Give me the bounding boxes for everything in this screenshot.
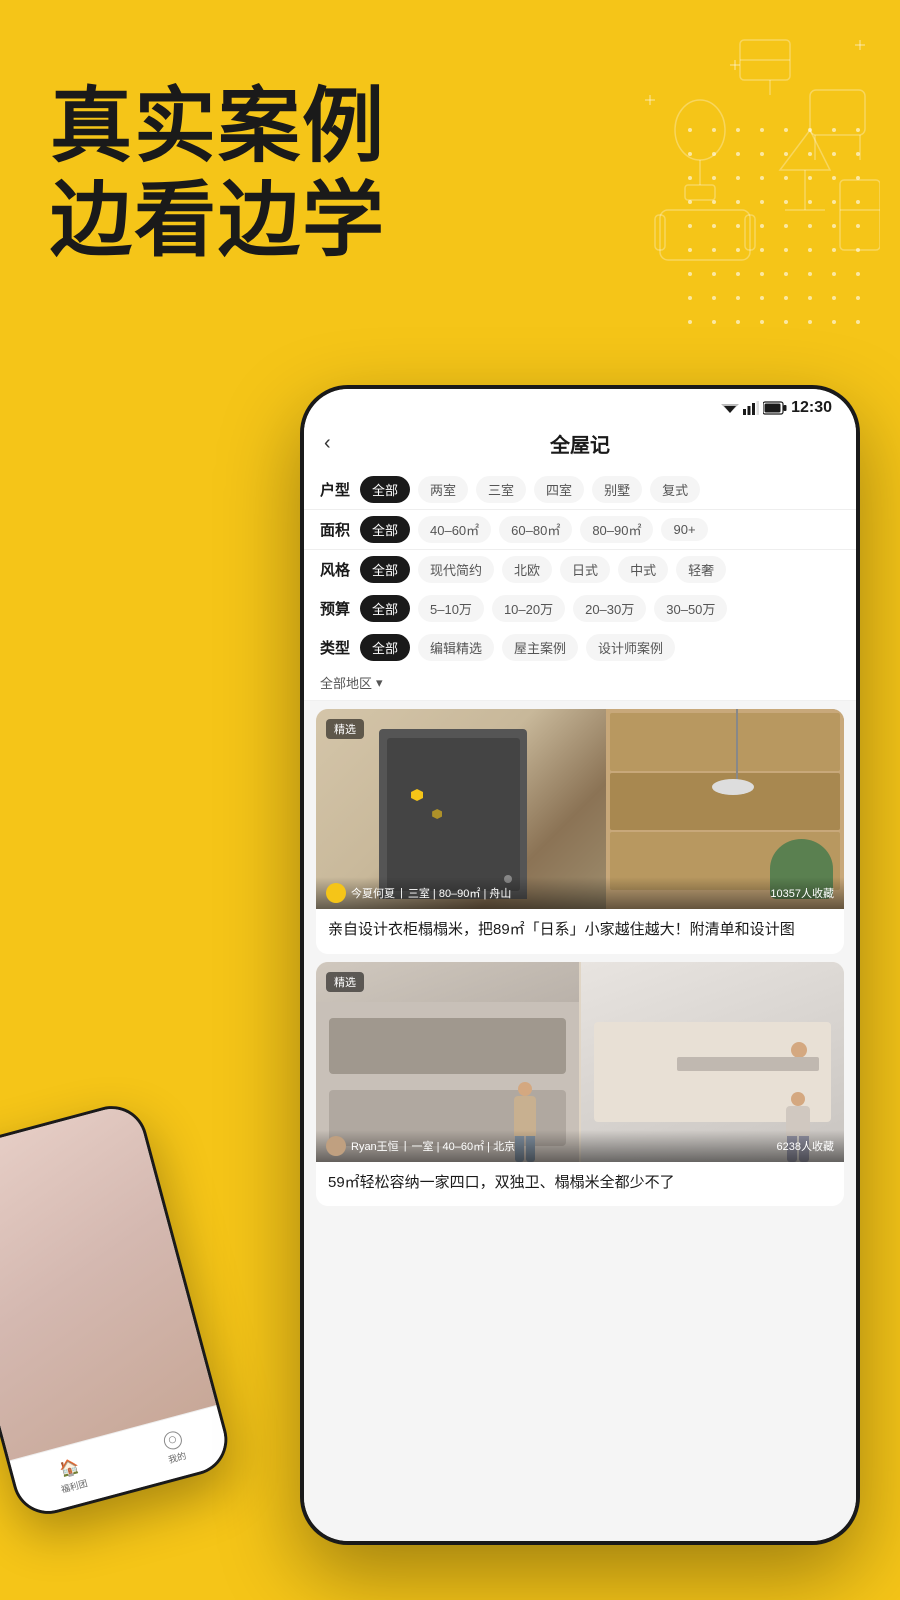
filter-tag-2room[interactable]: 两室 [418,476,468,503]
filter-tag-3room[interactable]: 三室 [476,476,526,503]
filter-tag-modern[interactable]: 现代简约 [418,556,494,583]
location-arrow: ▾ [376,675,383,691]
filter-tag-area-40-60[interactable]: 40–60㎡ [418,516,491,543]
filter-row-area: 面积 全部 40–60㎡ 60–80㎡ 80–90㎡ 90+ [304,509,856,550]
filter-tag-4room[interactable]: 四室 [534,476,584,503]
card-2-title: 59㎡轻松容纳一家四口，双独卫、榻榻米全都少不了 [316,1162,844,1207]
wifi-icon [721,401,739,415]
battery-icon [763,401,787,415]
location-label: 全部地区 [320,673,372,692]
deco-furniture-icons [500,10,880,350]
filter-tag-budget-all[interactable]: 全部 [360,595,410,622]
filter-tag-duplex[interactable]: 复式 [650,476,700,503]
filter-tag-editor-pick[interactable]: 编辑精选 [418,634,494,661]
card-1-badge: 精选 [326,719,364,739]
card-1-avatar [326,883,346,903]
card-2-room-info: 一室 | 40–60㎡ | 北京 [412,1138,516,1154]
filter-section: 户型 全部 两室 三室 四室 别墅 复式 面积 全部 40–60㎡ 60–80㎡… [304,470,856,701]
filter-tag-owner[interactable]: 屋主案例 [502,634,578,661]
filter-tag-10-20[interactable]: 10–20万 [492,595,565,622]
card-1-room-info: 三室 | 80–90㎡ | 舟山 [408,885,512,901]
nav-item-profile[interactable]: ○ 我的 [162,1429,188,1466]
filter-label-area: 面积 [320,519,352,540]
filter-row-budget: 预算 全部 5–10万 10–20万 20–30万 30–50万 [304,589,856,628]
filter-label-hutype: 户型 [320,479,352,500]
filter-tag-5-10[interactable]: 5–10万 [418,595,484,622]
phone-mockup: 12:30 ‹ 全屋记 户型 全部 两室 三室 四室 别墅 复式 面积 全部 [300,385,860,1545]
filter-row-type: 类型 全部 编辑精选 屋主案例 设计师案例 [304,628,856,667]
location-button[interactable]: 全部地区 ▾ [320,673,383,692]
signal-icon [743,401,759,415]
card-1-title: 亲自设计衣柜榻榻米，把89㎡「日系」小家越住越大！附清单和设计图 [316,909,844,954]
filter-row-style: 风格 全部 现代简约 北欧 日式 中式 轻奢 [304,550,856,589]
card-2-saves: 6238人收藏 [777,1138,834,1154]
card-2-badge: 精选 [326,972,364,992]
filter-label-type: 类型 [320,637,352,658]
card-1-meta: 今夏何夏 | 三室 | 80–90㎡ | 舟山 10357人收藏 [316,877,844,909]
filter-tag-chinese[interactable]: 中式 [618,556,668,583]
page-title: 全屋记 [550,429,610,458]
content-area[interactable]: 精选 今夏何夏 | 三室 | 80–90㎡ | 舟山 10357人收藏 亲自设计… [304,701,856,1541]
filter-tag-villa[interactable]: 别墅 [592,476,642,503]
app-header: ‹ 全屋记 [304,421,856,470]
headline: 真实案例 边看边学 [50,80,386,269]
card-1[interactable]: 精选 今夏何夏 | 三室 | 80–90㎡ | 舟山 10357人收藏 亲自设计… [316,709,844,954]
filter-tag-area-80-90[interactable]: 80–90㎡ [580,516,653,543]
filter-tag-japanese[interactable]: 日式 [560,556,610,583]
back-button[interactable]: ‹ [324,432,331,455]
filter-label-style: 风格 [320,559,352,580]
card-2-avatar [326,1136,346,1156]
filter-tag-nordic[interactable]: 北欧 [502,556,552,583]
location-row: 全部地区 ▾ [304,667,856,700]
filter-row-hutype: 户型 全部 两室 三室 四室 别墅 复式 [304,470,856,509]
filter-label-budget: 预算 [320,598,352,619]
card-2[interactable]: 精选 Ryan王恒 | 一室 | 40–60㎡ | 北京 6238人收藏 59㎡… [316,962,844,1207]
filter-tag-30-50[interactable]: 30–50万 [654,595,727,622]
card-1-image: 精选 今夏何夏 | 三室 | 80–90㎡ | 舟山 10357人收藏 [316,709,844,909]
filter-tag-type-all[interactable]: 全部 [360,634,410,661]
card-1-saves: 10357人收藏 [770,885,834,901]
filter-tag-area-90plus[interactable]: 90+ [661,518,707,541]
filter-tag-area-all[interactable]: 全部 [360,516,410,543]
filter-tag-20-30[interactable]: 20–30万 [573,595,646,622]
filter-tag-all-1[interactable]: 全部 [360,476,410,503]
filter-tag-light[interactable]: 轻奢 [676,556,726,583]
nav-item-home[interactable]: 🏠 福利团 [54,1455,89,1496]
status-bar: 12:30 [304,389,856,421]
card-1-user: 今夏何夏 [351,885,395,901]
card-2-meta: Ryan王恒 | 一室 | 40–60㎡ | 北京 6238人收藏 [316,1130,844,1162]
status-time: 12:30 [791,399,832,417]
filter-tag-designer[interactable]: 设计师案例 [586,634,675,661]
card-2-user: Ryan王恒 [351,1138,399,1154]
filter-tag-area-60-80[interactable]: 60–80㎡ [499,516,572,543]
filter-tag-style-all[interactable]: 全部 [360,556,410,583]
card-2-image: 精选 Ryan王恒 | 一室 | 40–60㎡ | 北京 6238人收藏 [316,962,844,1162]
